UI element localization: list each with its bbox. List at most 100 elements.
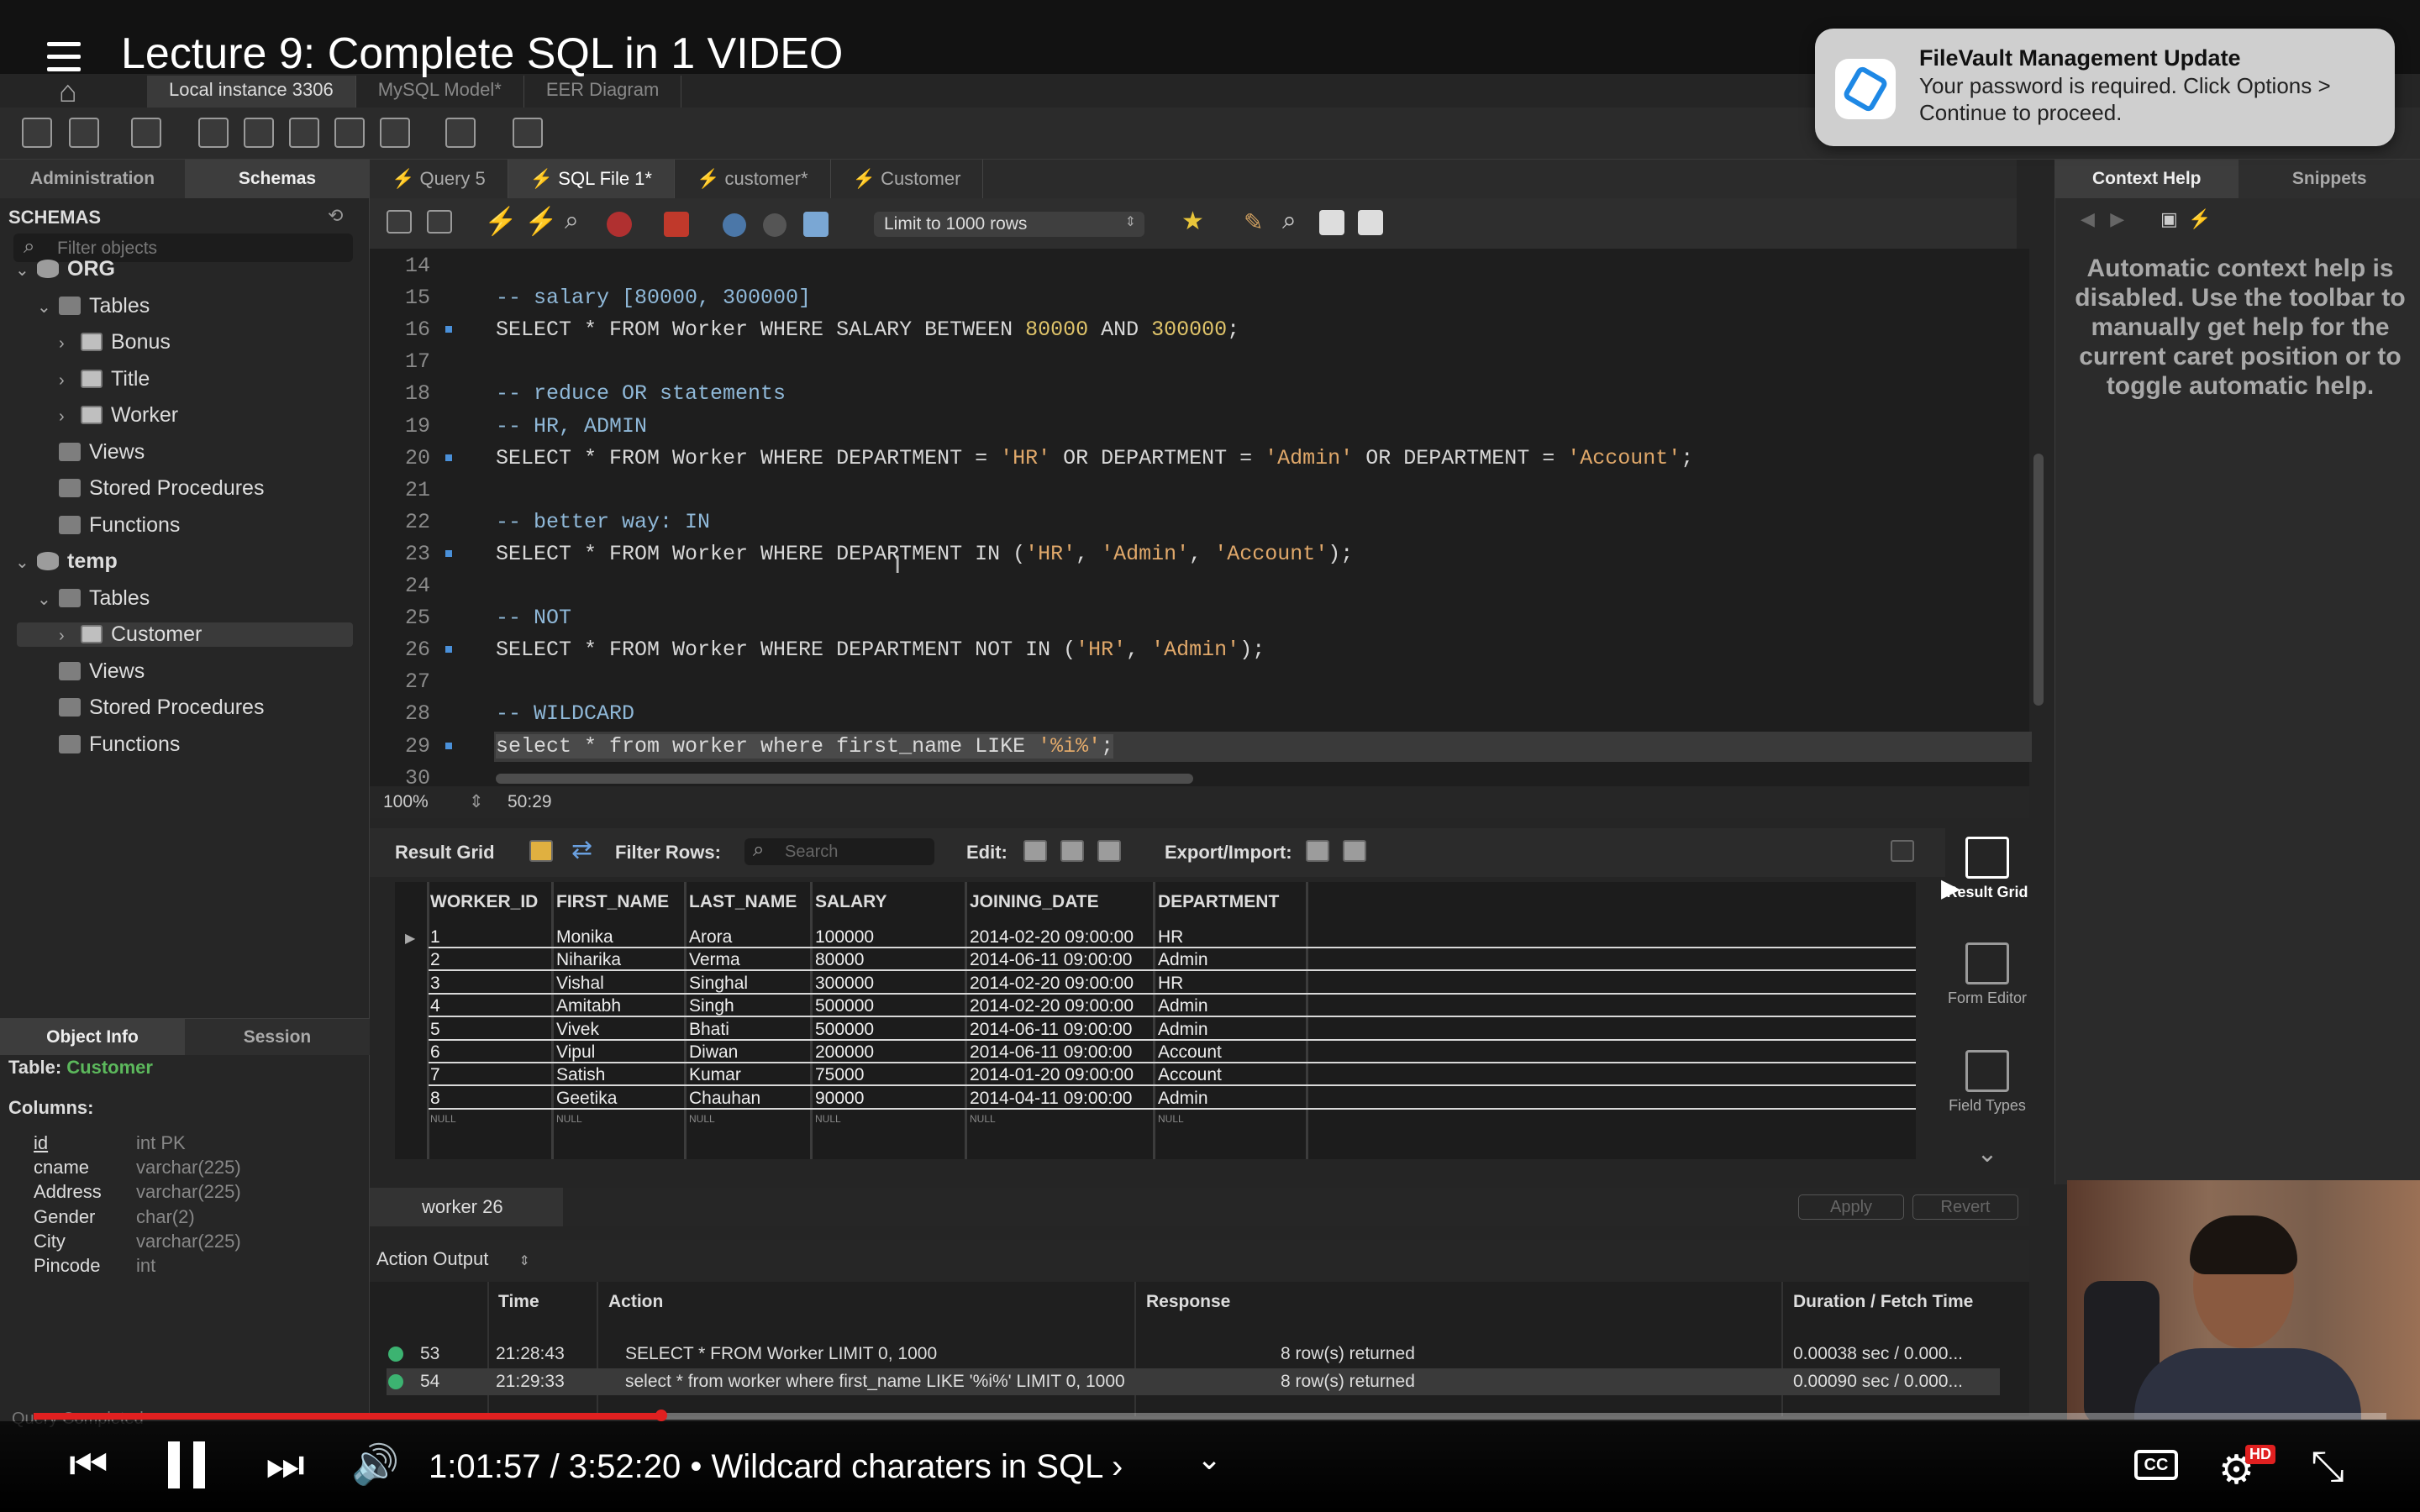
table-cell[interactable]: Admin (1158, 996, 1208, 1016)
table-cell[interactable]: Vivek (556, 1020, 599, 1040)
table-row[interactable]: 6 Vipul Diwan 200000 2014-06-11 09:00:00 Acco… (429, 1041, 1916, 1063)
table-cell[interactable]: 2014-06-11 09:00:00 (970, 1042, 1132, 1063)
table-cell[interactable]: Singhal (689, 974, 748, 994)
previous-icon[interactable]: ⏮ (69, 1440, 108, 1491)
tab-local-instance[interactable]: Local instance 3306 (147, 76, 356, 108)
table-cell[interactable]: 1 (430, 927, 440, 948)
table-cell[interactable]: 2014-02-20 09:00:00 (970, 927, 1134, 948)
view-field-types-button[interactable]: Field Types (1945, 1050, 2029, 1115)
tab-eer-diagram[interactable]: EER Diagram (524, 76, 682, 108)
table-row[interactable]: 4 Amitabh Singh 500000 2014-02-20 09:00:00 Ad… (429, 995, 1916, 1018)
table-cell[interactable]: Account (1158, 1042, 1222, 1063)
table-row[interactable]: 2 Niharika Verma 80000 2014-06-11 09:00:00 Ad… (429, 948, 1916, 972)
tree-item-bonus[interactable]: › Bonus (59, 330, 171, 354)
delete-row-icon[interactable] (1097, 840, 1121, 862)
chevron-right-icon[interactable]: › (59, 371, 77, 391)
table-cell[interactable]: Geetika (556, 1089, 617, 1109)
edit-row-icon[interactable] (1023, 840, 1047, 862)
zoom-level[interactable]: 100% (383, 792, 429, 812)
rollback-icon[interactable] (763, 213, 786, 237)
commit-icon[interactable] (723, 213, 746, 237)
table-cell[interactable]: 300000 (815, 974, 874, 994)
tab-worker-26[interactable]: worker 26 (370, 1188, 563, 1226)
table-cell[interactable]: Bhati (689, 1020, 729, 1040)
tree-item-views[interactable]: Views (37, 659, 145, 684)
table-cell[interactable]: 7 (430, 1065, 440, 1085)
toggle-panel-icon[interactable] (1891, 840, 1914, 862)
table-cell[interactable]: 2014-04-11 09:00:00 (970, 1089, 1132, 1109)
table-cell[interactable]: Vipul (556, 1042, 595, 1063)
table-cell[interactable]: Diwan (689, 1042, 738, 1063)
chevron-right-icon[interactable]: › (59, 334, 77, 354)
tab-customer[interactable]: ⚡ Customer (831, 160, 984, 198)
table-row[interactable]: 1 Monika Arora 100000 2014-02-20 09:00:00 HR (429, 926, 1916, 948)
chevron-down-icon[interactable]: ⌄ (37, 297, 55, 318)
chevron-down-icon[interactable]: ⌄ (15, 552, 34, 573)
create-procedure-icon[interactable] (334, 118, 365, 148)
find-icon[interactable]: ⌕ (1282, 207, 1297, 235)
menu-icon[interactable] (47, 42, 86, 76)
table-cell[interactable]: 2014-06-11 09:00:00 (970, 1020, 1132, 1040)
tree-item-title[interactable]: › Title (59, 367, 150, 391)
table-cell[interactable]: 80000 (815, 950, 864, 970)
collapse-sidebar-icon[interactable]: ▶ (1941, 874, 1960, 903)
new-sql-tab-icon[interactable] (22, 118, 52, 148)
table-cell[interactable]: 5 (430, 1020, 440, 1040)
autocommit-icon[interactable] (803, 212, 829, 237)
table-cell[interactable]: Admin (1158, 950, 1208, 970)
table-cell[interactable]: 2014-06-11 09:00:00 (970, 950, 1132, 970)
auto-help-icon[interactable]: ⚡ (2188, 208, 2211, 229)
refresh-grid-icon[interactable]: ⇄ (571, 835, 592, 864)
column-header[interactable]: WORKER_ID (430, 892, 538, 912)
table-row[interactable]: 3 Vishal Singhal 300000 2014-02-20 09:00:00 H… (429, 972, 1916, 995)
table-cell[interactable]: 200000 (815, 1042, 874, 1063)
output-column-header[interactable]: Response (1146, 1292, 1230, 1312)
tree-item-stored-procedures[interactable]: Stored Procedures (37, 696, 264, 720)
pause-icon[interactable] (168, 1441, 208, 1488)
captions-icon[interactable]: CC (2134, 1450, 2178, 1480)
inspector-icon[interactable] (131, 118, 161, 148)
table-cell[interactable]: HR (1158, 927, 1183, 948)
output-row[interactable]: 53 21:28:43 SELECT * FROM Worker LIMIT 0, … (387, 1341, 2000, 1368)
tab-administration[interactable]: Administration (0, 160, 185, 198)
view-form-editor-button[interactable]: Form Editor (1945, 942, 2029, 1007)
table-cell[interactable]: Satish (556, 1065, 605, 1085)
table-cell[interactable]: Chauhan (689, 1089, 760, 1109)
execute-icon[interactable]: ⚡ (484, 205, 518, 237)
table-cell[interactable]: Singh (689, 996, 734, 1016)
result-grid[interactable]: WORKER_ID FIRST_NAME LAST_NAME SALARY JOININ… (395, 882, 1916, 1159)
table-cell[interactable]: Vishal (556, 974, 604, 994)
null-placeholder[interactable]: NULL (689, 1113, 715, 1125)
tree-item-functions[interactable]: Functions (37, 513, 180, 538)
create-table-icon[interactable] (244, 118, 274, 148)
save-icon[interactable] (427, 210, 452, 234)
tree-item-views[interactable]: Views (37, 440, 145, 465)
output-type-select[interactable]: Action Output ⇕ (376, 1248, 530, 1270)
exit-fullscreen-icon[interactable]: ⤡ (2311, 1441, 2344, 1491)
output-column-header[interactable]: Duration / Fetch Time (1793, 1292, 1973, 1312)
null-placeholder[interactable]: NULL (970, 1113, 996, 1125)
table-cell[interactable]: 90000 (815, 1089, 864, 1109)
table-cell[interactable]: Monika (556, 927, 613, 948)
table-cell[interactable]: Admin (1158, 1020, 1208, 1040)
table-cell[interactable]: 3 (430, 974, 440, 994)
output-column-header[interactable]: Time (498, 1292, 539, 1312)
column-header[interactable]: DEPARTMENT (1158, 892, 1279, 912)
table-cell[interactable]: Amitabh (556, 996, 621, 1016)
sql-editor[interactable]: 14 15 -- salary [80000, 300000] 16 SELECT * … (370, 249, 2032, 790)
table-row[interactable]: 5 Vivek Bhati 500000 2014-06-11 09:00:00 Admi… (429, 1018, 1916, 1041)
tree-item-functions[interactable]: Functions (37, 732, 180, 757)
export-icon[interactable] (1306, 840, 1329, 862)
tab-object-info[interactable]: Object Info (0, 1019, 185, 1055)
tree-item-worker[interactable]: › Worker (59, 403, 178, 428)
tab-schemas[interactable]: Schemas (185, 160, 370, 198)
revert-button[interactable]: Revert (1912, 1194, 2018, 1220)
reconnect-icon[interactable] (513, 118, 543, 148)
table-row[interactable]: 8 Geetika Chauhan 90000 2014-04-11 09:00:00 A… (429, 1087, 1916, 1110)
table-cell[interactable]: Verma (689, 950, 740, 970)
chevron-right-icon[interactable]: › (59, 627, 77, 646)
tree-item-tables[interactable]: ⌄ Tables (37, 586, 150, 611)
filter-rows-input[interactable]: ⌕ Search (744, 838, 934, 865)
create-schema-icon[interactable] (198, 118, 229, 148)
null-placeholder[interactable]: NULL (556, 1113, 582, 1125)
